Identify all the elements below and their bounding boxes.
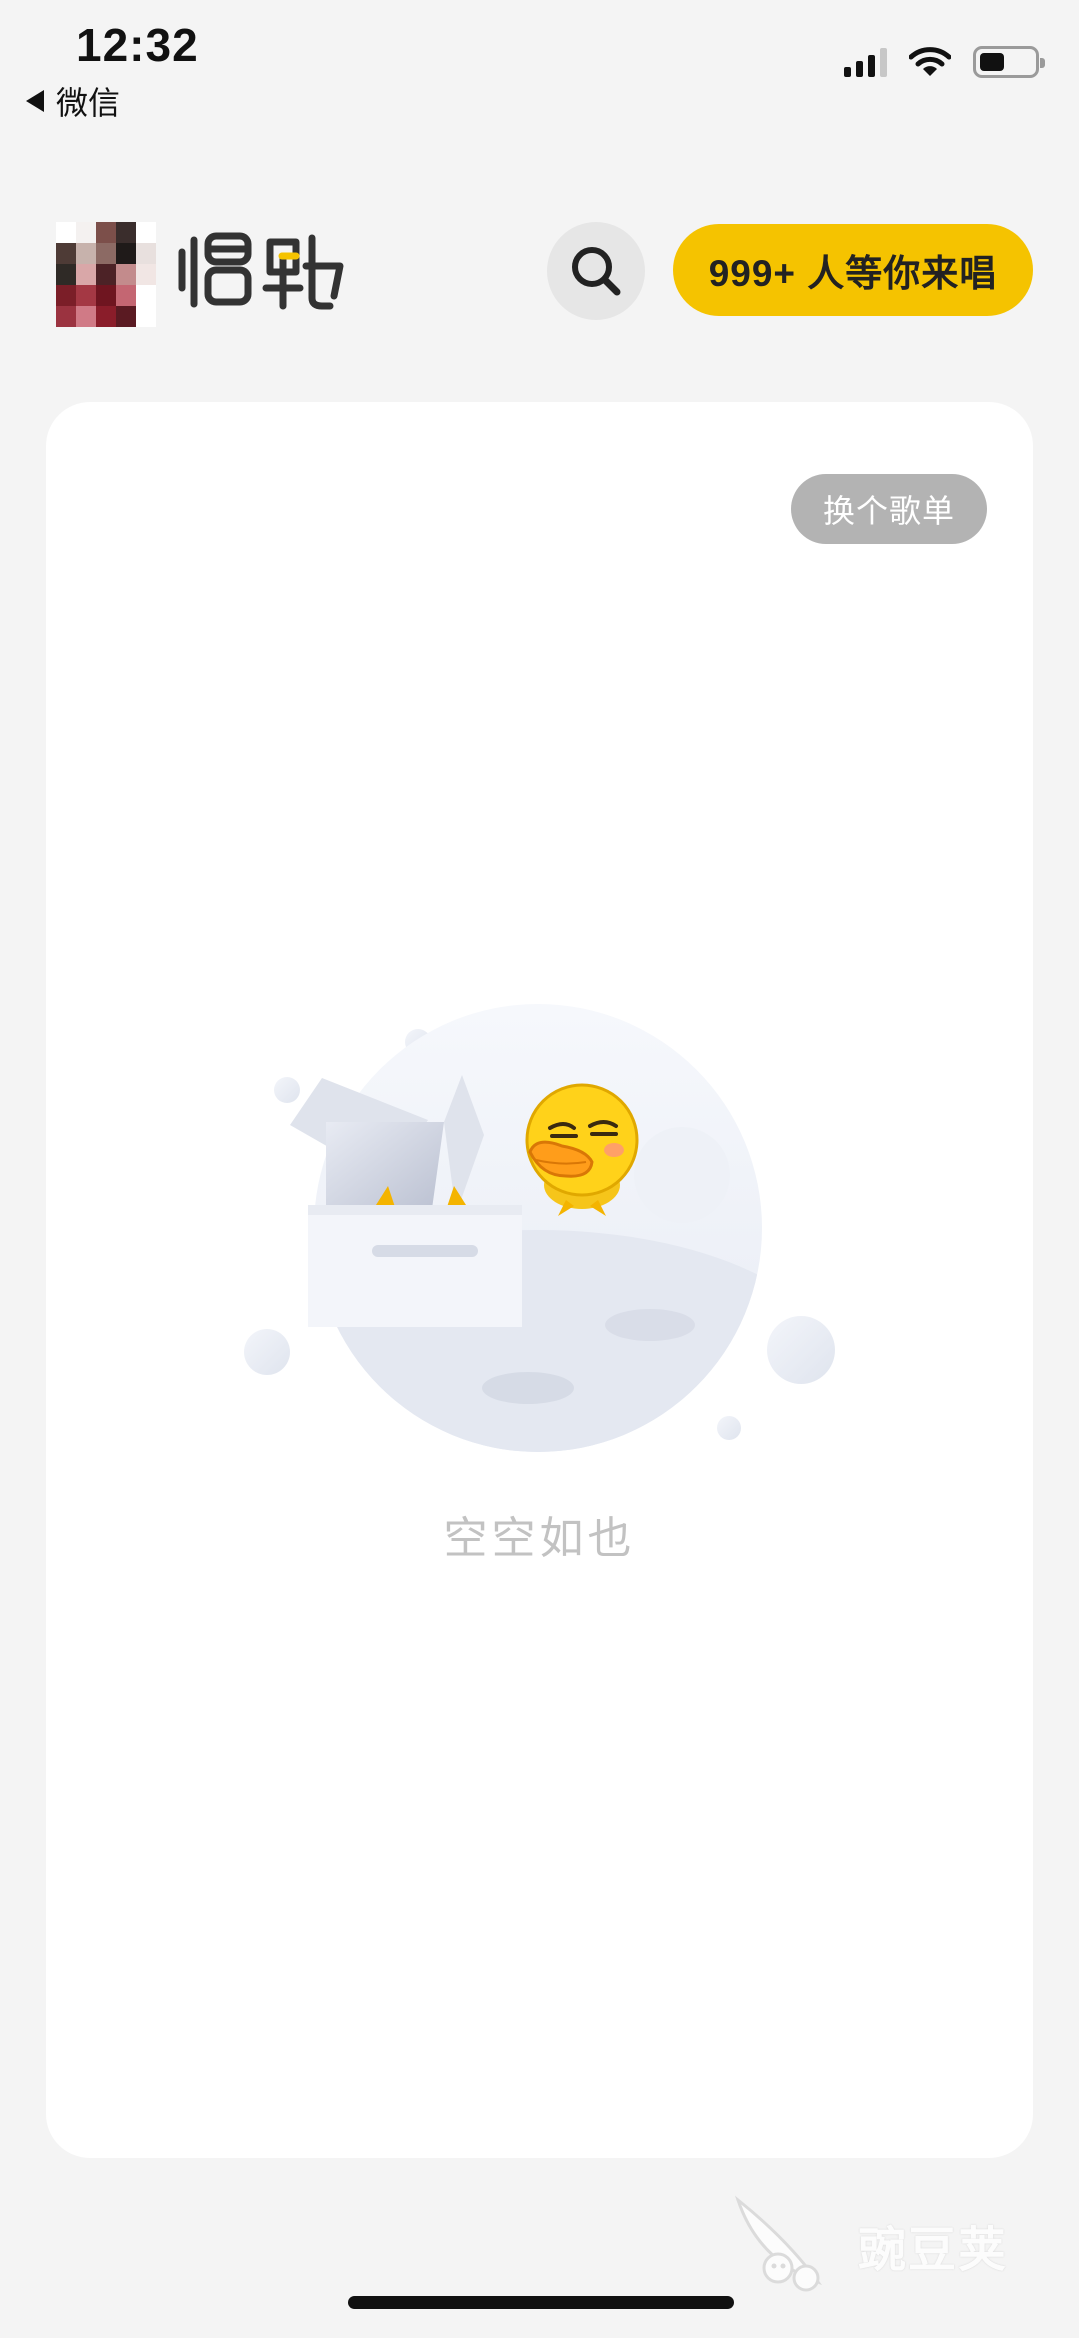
search-button[interactable] xyxy=(547,222,645,320)
watermark: 豌豆荚 xyxy=(728,2190,1008,2300)
battery-icon xyxy=(973,46,1045,78)
home-indicator[interactable] xyxy=(348,2296,734,2309)
sing-together-button[interactable]: 999+ 人等你来唱 xyxy=(673,224,1033,316)
pea-pod-icon xyxy=(734,2195,823,2292)
back-to-wechat-button[interactable]: 微信 xyxy=(26,78,120,124)
search-icon xyxy=(572,247,621,296)
screen: 12:32 微信 999+ 人等你来唱 换个歌单 空空如也 豌豆荚 xyxy=(0,0,1079,2338)
watermark-text: 豌豆荚 xyxy=(858,2224,1009,2277)
empty-state-text: 空空如也 xyxy=(443,1514,636,1563)
status-icons xyxy=(844,46,1045,78)
wifi-icon xyxy=(909,47,951,76)
changya-logo xyxy=(178,232,344,310)
avatar[interactable] xyxy=(56,222,156,327)
back-arrow-icon xyxy=(26,90,44,112)
status-time: 12:32 xyxy=(76,19,199,71)
cellular-signal-icon xyxy=(844,47,887,77)
back-label: 微信 xyxy=(56,85,121,121)
switch-playlist-button[interactable]: 换个歌单 xyxy=(791,474,987,544)
empty-box-duck-illustration xyxy=(244,1004,835,1452)
